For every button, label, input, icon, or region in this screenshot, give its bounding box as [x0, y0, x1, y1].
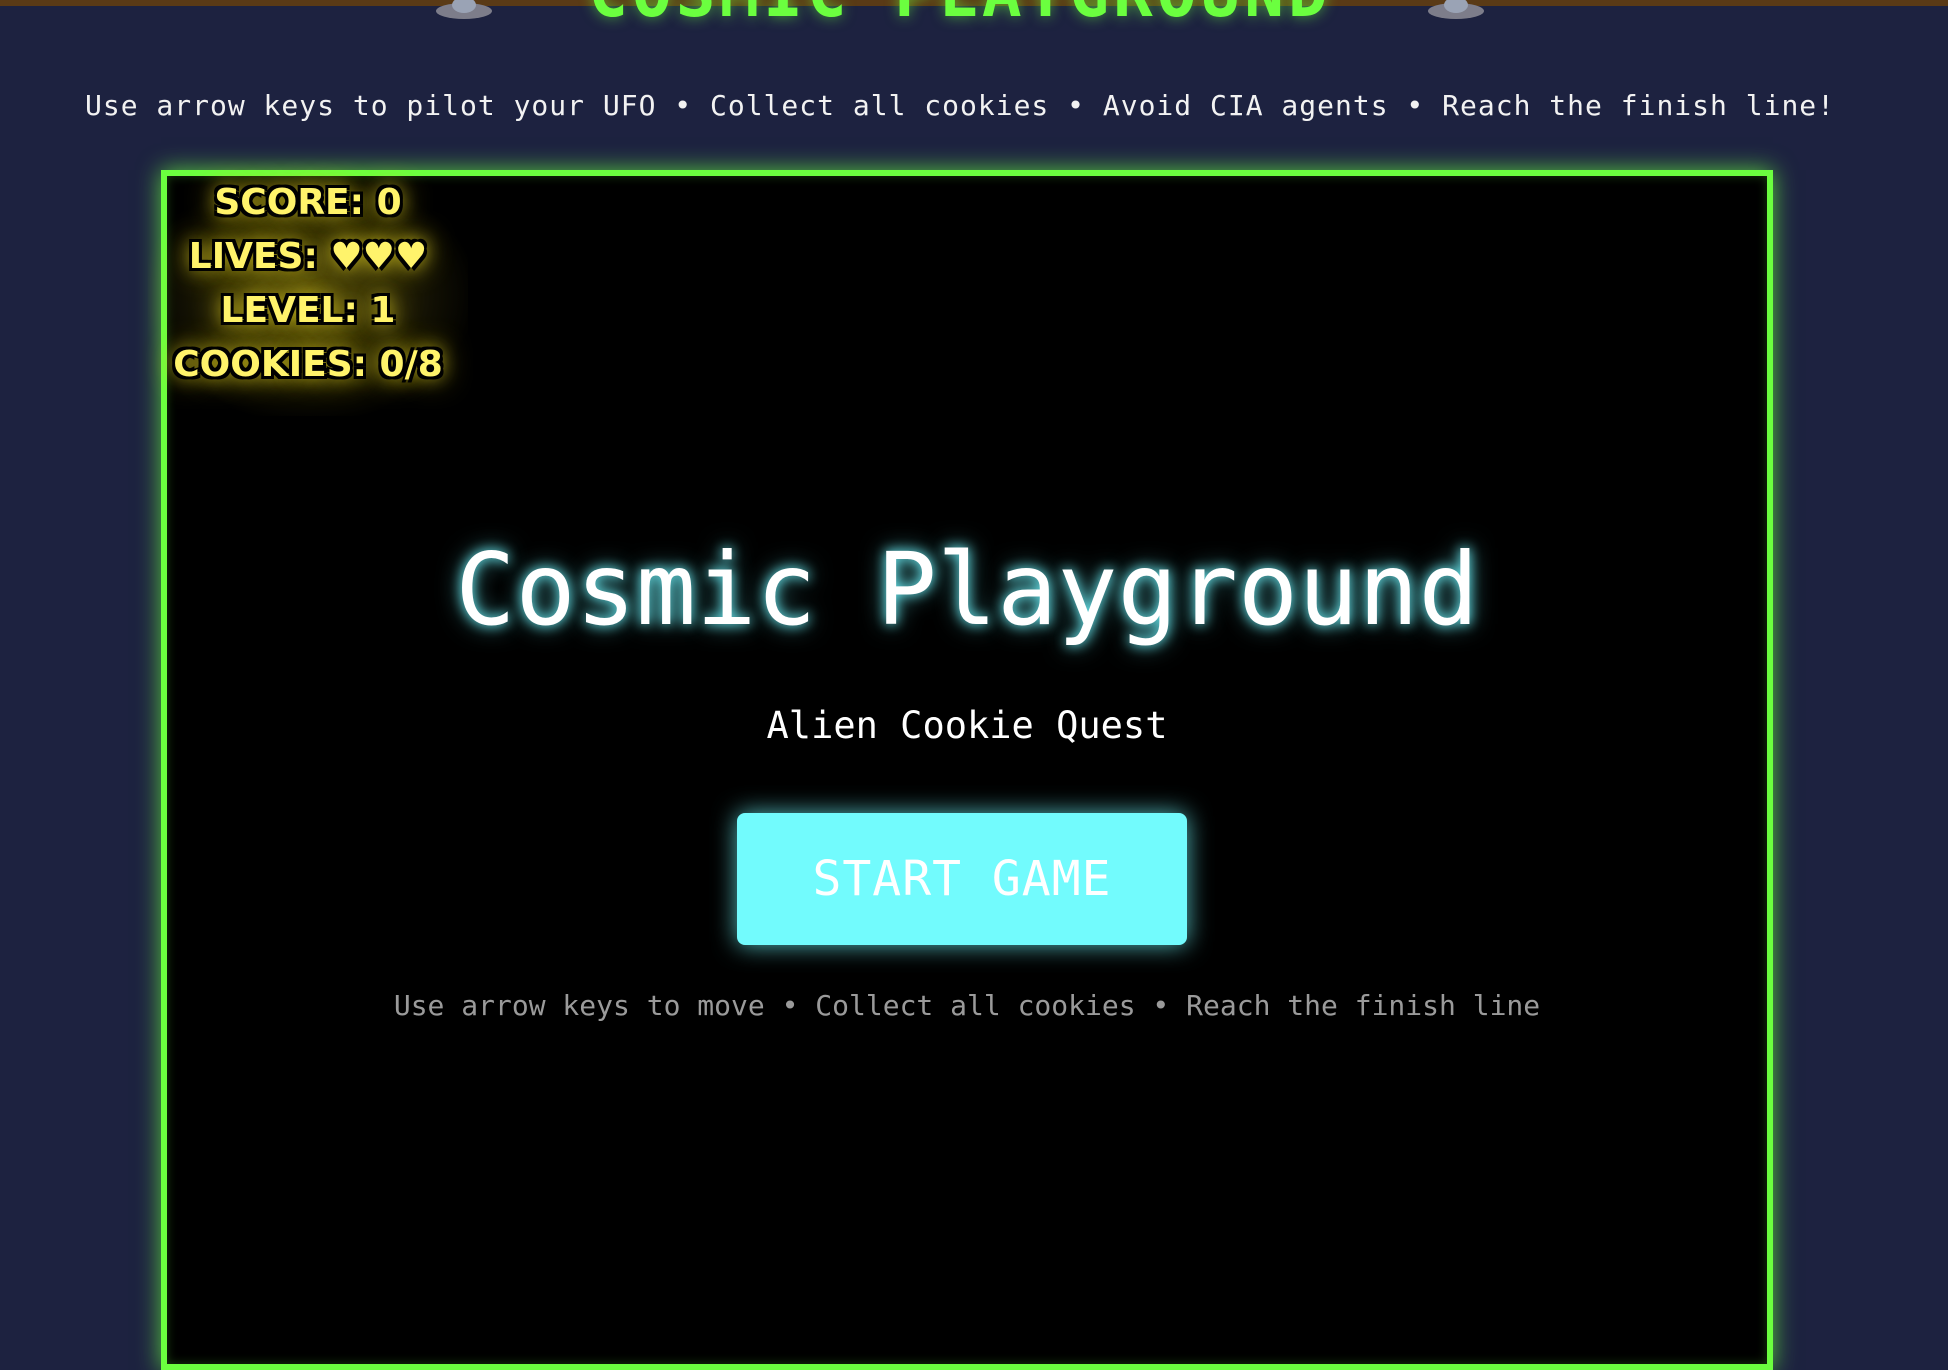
page-subtitle: Use arrow keys to pilot your UFO • Colle…: [84, 89, 1836, 122]
ufo-icon: [1427, 0, 1484, 19]
hud-lives: LIVES: ♥♥♥: [188, 236, 428, 277]
hud-cookies: COOKIES: 0/8: [173, 344, 443, 385]
page-header: COSMIC PLAYGROUND: [0, 0, 1920, 34]
game-instructions: Use arrow keys to move • Collect all coo…: [393, 989, 1541, 1022]
ufo-icon: [436, 0, 493, 19]
hud-score: SCORE: 0: [214, 182, 402, 223]
page-title: COSMIC PLAYGROUND: [588, 0, 1332, 32]
hud-level: LEVEL: 1: [220, 290, 396, 331]
start-game-button[interactable]: START GAME: [737, 813, 1187, 945]
game-subtitle: Alien Cookie Quest: [766, 704, 1168, 747]
game-title: Cosmic Playground: [455, 531, 1479, 648]
hud-panel: SCORE: 0 LIVES: ♥♥♥ LEVEL: 1 COOKIES: 0/…: [148, 176, 468, 416]
